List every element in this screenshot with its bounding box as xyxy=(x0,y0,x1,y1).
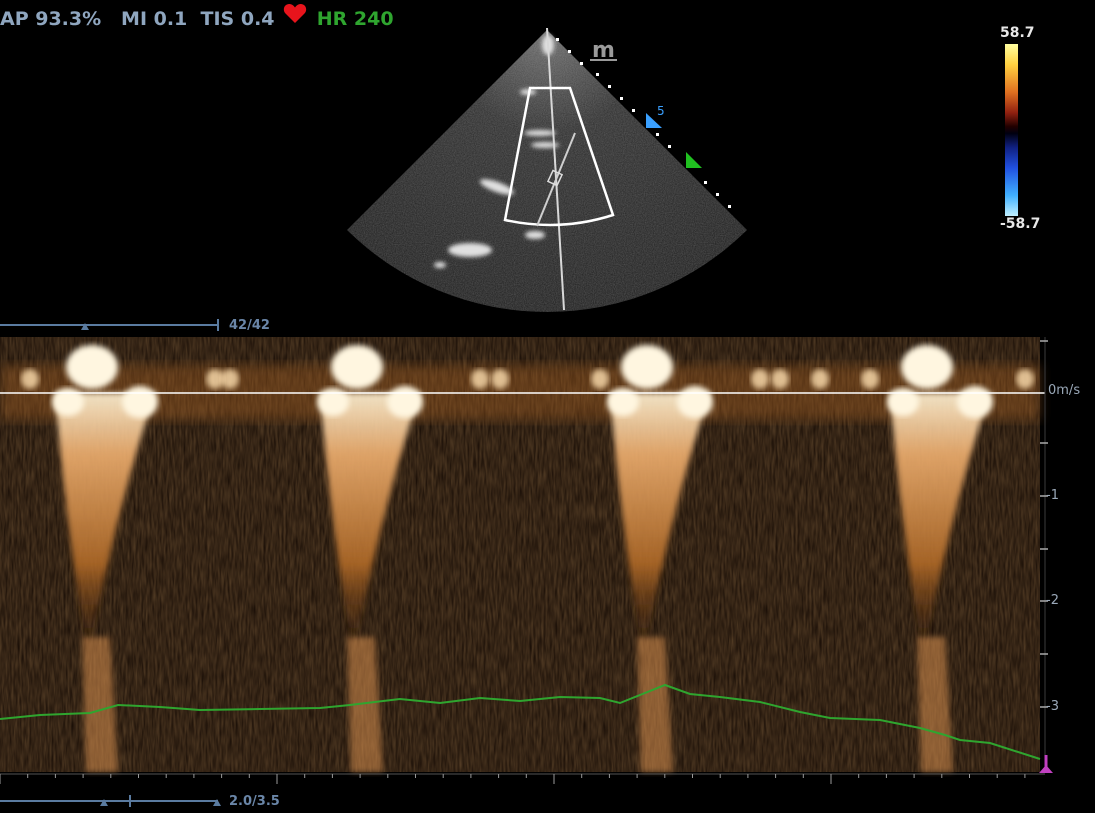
time-axis xyxy=(0,773,1045,784)
sweep-speed-slider[interactable] xyxy=(0,791,240,811)
bmode-sector-view: m 5 xyxy=(347,27,747,312)
sweep-speed-readout: 2.0/3.5 xyxy=(229,794,280,809)
velocity-tick-2: -2 xyxy=(1046,593,1059,608)
velocity-unit-label: 0m/s xyxy=(1048,383,1081,398)
spectral-doppler-display xyxy=(0,337,1053,773)
frame-counter: 42/42 xyxy=(229,318,270,333)
sample-volume-marker-icon[interactable] xyxy=(686,152,702,168)
velocity-tick-3: -3 xyxy=(1046,699,1059,714)
velocity-tick-1: -1 xyxy=(1046,488,1059,503)
velocity-scale-ticks xyxy=(1040,340,1048,708)
focus-marker-label: 5 xyxy=(657,104,665,118)
frame-slider[interactable] xyxy=(0,315,240,335)
ultrasound-screen: AP 93.3% MI 0.1 TIS 0.4 HR 240 58.7 -58.… xyxy=(0,0,1095,813)
